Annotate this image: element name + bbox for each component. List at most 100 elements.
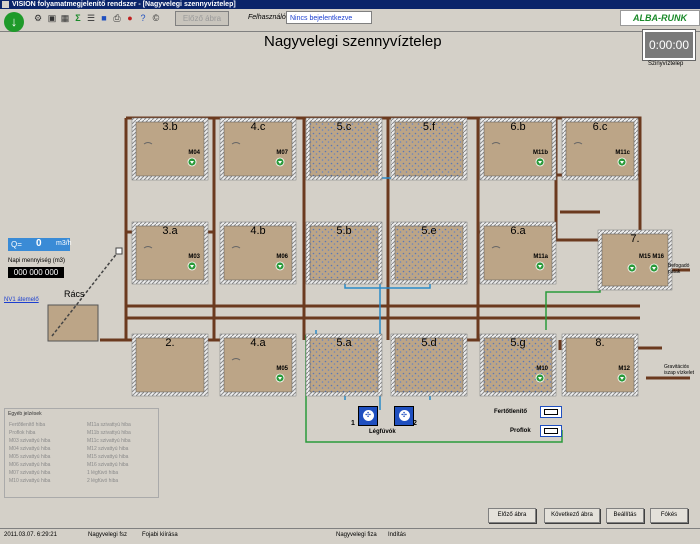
legend-item: Fertőtlenítő hiba	[9, 422, 46, 428]
basin-2[interactable]: 2.	[131, 333, 209, 397]
basin-3a[interactable]: 3.a M03	[131, 221, 209, 285]
basin-4c[interactable]: 4.c M07	[219, 117, 297, 181]
motor-label: M12	[618, 366, 630, 372]
legend-column-1: Fertőtlenítő hiba Proflok hiba M03 szivatt…	[9, 421, 50, 485]
motor-label: M11b	[533, 150, 548, 156]
basin-3b[interactable]: 3.b M04	[131, 117, 209, 181]
legend-item: M10 szivattyú hiba	[9, 478, 51, 484]
basin-label: 6.b	[510, 121, 525, 133]
status-datetime: 2011.03.07. 6:29:21	[4, 532, 57, 538]
basin-5f[interactable]: 5.f	[390, 117, 468, 181]
proflok-unit[interactable]	[540, 425, 562, 437]
basin-5e[interactable]: 5.e	[390, 221, 468, 285]
legend-column-2: M11a szivattyú hiba M11b szivattyú hiba M1…	[87, 421, 131, 485]
close-button[interactable]: Fókés	[650, 508, 688, 523]
basin-label: 5.a	[336, 337, 352, 349]
legend-title: Egyéb jelzések	[8, 411, 42, 417]
legend-item: M11c szivattyú hiba	[87, 438, 131, 444]
motor-label: M07	[276, 150, 288, 156]
fan-icon: ✣	[362, 410, 374, 421]
legend-item: M04 szivattyú hiba	[9, 446, 51, 452]
legend-item: 2 légfúvó hiba	[87, 478, 119, 484]
motor-label: M15 M16	[639, 254, 665, 260]
next-screen-button[interactable]: Következő ábra	[544, 508, 600, 523]
dosing-pump-icon	[544, 409, 558, 415]
basin-label: 4.a	[250, 337, 266, 349]
basin-label: 6.c	[593, 121, 608, 133]
blowers-label: Légfúvók	[369, 429, 396, 435]
basin-8[interactable]: 8. M12	[561, 333, 639, 397]
blower-1[interactable]: ✣	[358, 406, 378, 426]
fertotlenito-unit[interactable]	[540, 406, 562, 418]
basin-6b[interactable]: 6.b M11b	[479, 117, 557, 181]
status-message: Fojabi kiírása	[142, 532, 178, 538]
basin-7[interactable]: 7. M15 M16	[597, 229, 673, 291]
status-site: Nagyvelegi fiza	[336, 532, 377, 538]
basin-label: 3.b	[162, 121, 177, 133]
flow-q-label: Q=	[11, 240, 22, 249]
basin-5g[interactable]: 5.g M10	[479, 333, 557, 397]
motor-label: M10	[536, 366, 548, 372]
motor-label: M06	[276, 254, 288, 260]
legend-item: M05 szivattyú hiba	[9, 454, 51, 460]
nv1-link[interactable]: NV1 átemelő	[4, 297, 39, 303]
basin-label: 6.a	[510, 225, 526, 237]
basin-label: 5.f	[423, 121, 436, 133]
daily-amount-value: 000 000 000	[8, 267, 64, 278]
basin-6c[interactable]: 6.c M11c	[561, 117, 639, 181]
motor-label: M05	[276, 366, 288, 372]
basin-label: 4.c	[251, 121, 266, 133]
outlet-8-label: Gravitációs iszap vízkelet	[664, 364, 695, 376]
legend-item: M11b szivattyú hiba	[87, 430, 131, 436]
daily-amount-label: Napi mennyiség (m3)	[8, 258, 66, 264]
blower-1-number: 1	[351, 420, 355, 427]
blower-2[interactable]: ✣	[394, 406, 414, 426]
basin-label: 8.	[595, 337, 604, 349]
basin-label: 3.a	[162, 225, 178, 237]
motor-label: M03	[188, 254, 200, 260]
basin-label: 5.b	[336, 225, 351, 237]
flow-display: Q= 0 m3/h	[8, 238, 72, 251]
motor-label: M04	[188, 150, 200, 156]
basin-label: 5.g	[510, 337, 525, 349]
basin-label: 2.	[165, 337, 174, 349]
fan-icon: ✣	[398, 410, 410, 421]
legend-item: M03 szivattyú hiba	[9, 438, 51, 444]
legend-item: M07 szivattyú hiba	[9, 470, 51, 476]
legend-item: M06 szivattyú hiba	[9, 462, 51, 468]
settings-button[interactable]: Beállítás	[606, 508, 644, 523]
basin-6a[interactable]: 6.a M11a	[479, 221, 557, 285]
basin-label: 7.	[630, 233, 639, 245]
racs-label: Rács	[64, 289, 85, 299]
motor-label: M11c	[615, 150, 630, 156]
status-state: Indítás	[388, 532, 407, 538]
motor-label: M11a	[533, 254, 548, 260]
prev-screen-button[interactable]: Előző ábra	[488, 508, 536, 523]
proflok-label: Proflok	[510, 428, 531, 434]
legend-item: M12 szivattyú hiba	[87, 446, 129, 452]
basin-label: 5.d	[421, 337, 436, 349]
flow-unit: m3/h	[56, 240, 72, 247]
status-bar: 2011.03.07. 6:29:21 Nagyvelegi fsz Fojab…	[0, 528, 700, 543]
basin-4b[interactable]: 4.b M06	[219, 221, 297, 285]
dosing-pump-icon	[544, 428, 558, 434]
basin-label: 4.b	[250, 225, 265, 237]
legend-item: M16 szivattyú hiba	[87, 462, 129, 468]
basin-5b[interactable]: 5.b	[305, 221, 383, 285]
fertotlenito-label: Fertőtlenítő	[494, 409, 527, 415]
legend-item: 1 légfúvó hiba	[87, 470, 119, 476]
legend-item: Proflok hiba	[9, 430, 36, 436]
other-signals-panel: Egyéb jelzések Fertőtlenítő hiba Proflok …	[4, 408, 159, 498]
basin-5d[interactable]: 5.d	[390, 333, 468, 397]
basin-4a[interactable]: 4.a M05	[219, 333, 297, 397]
basin-label: 5.e	[421, 225, 436, 237]
basin-5a[interactable]: 5.a	[305, 333, 383, 397]
blower-2-number: 2	[413, 420, 417, 427]
outlet-7-label: Befogadó patak	[668, 263, 690, 275]
flow-value: 0	[36, 238, 42, 249]
basin-5c[interactable]: 5.c	[305, 117, 383, 181]
status-page: Nagyvelegi fsz	[88, 532, 128, 538]
basin-label: 5.c	[337, 121, 352, 133]
legend-item: M15 szivattyú hiba	[87, 454, 129, 460]
legend-item: M11a szivattyú hiba	[87, 422, 131, 428]
